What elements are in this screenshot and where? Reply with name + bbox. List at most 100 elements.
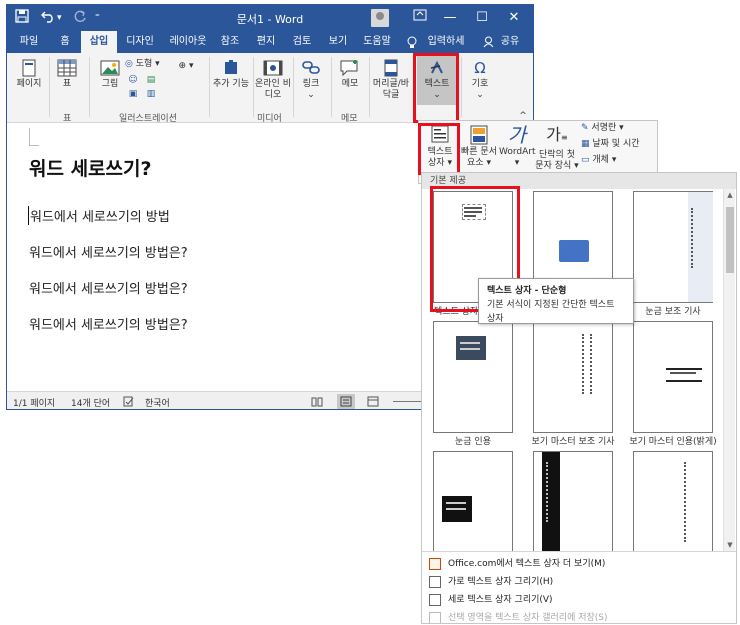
link-label: 링크	[302, 79, 320, 89]
ribbon-separator	[253, 57, 254, 117]
textbox-button[interactable]: 텍스트 상자 ▾	[423, 125, 457, 169]
chart-button[interactable]: ▥	[143, 89, 159, 100]
ribbon-separator	[461, 57, 462, 117]
text-button[interactable]: 텍스트 ⌄	[417, 55, 457, 105]
omega-icon: Ω	[474, 59, 486, 77]
table-button[interactable]: 표	[53, 59, 81, 90]
ribbon-separator	[413, 57, 414, 117]
page-label: 페이지	[16, 79, 42, 89]
close-button[interactable]: ✕	[501, 8, 527, 28]
ribbon-separator	[369, 57, 370, 117]
tab-references[interactable]: 참조	[215, 31, 245, 53]
page-icon	[22, 59, 36, 77]
gallery-scrollbar[interactable]: ▲ ▼	[723, 189, 735, 551]
wordart-button[interactable]: 가 WordArt ▾	[499, 125, 536, 169]
addins-button[interactable]: 추가 기능	[211, 59, 251, 90]
chevron-down-icon: ▾	[514, 158, 520, 168]
menu-item-draw-vertical[interactable]: 세로 텍스트 상자 그리기(V)	[426, 591, 726, 609]
ribbon-separator	[209, 57, 210, 117]
web-layout-icon[interactable]	[367, 396, 379, 409]
minimize-button[interactable]: —	[437, 8, 463, 28]
word-count[interactable]: 14개 단어	[71, 396, 110, 409]
memo-button[interactable]: 메모	[335, 59, 365, 90]
share-person-icon[interactable]	[481, 31, 495, 53]
text-icon	[430, 60, 443, 74]
screenshot-button[interactable]: ⊕ ▾	[171, 61, 201, 72]
tab-help[interactable]: 도움말	[357, 31, 397, 53]
share-button[interactable]: 공유	[495, 31, 525, 53]
ribbon-separator	[293, 57, 294, 117]
online-video-button[interactable]: 온라인 비디오	[255, 59, 291, 101]
tab-review[interactable]: 검토	[287, 31, 317, 53]
tab-home[interactable]: 홈	[51, 31, 79, 53]
dropcap-button[interactable]: 가≡ 단락의 첫 문자 장식 ▾	[535, 125, 579, 172]
document-line[interactable]: 워드에서 세로쓰기의 방법은?	[29, 278, 188, 297]
page-button[interactable]: 페이지	[11, 59, 47, 90]
signature-label: 서명란	[591, 123, 617, 133]
tell-me-search[interactable]: 입력하세	[421, 31, 471, 53]
chevron-down-icon: ▾	[447, 158, 452, 168]
header-footer-button[interactable]: 머리글/바닥글	[371, 59, 411, 101]
tab-file[interactable]: 파일	[11, 31, 47, 53]
chevron-down-icon: ▾	[486, 158, 491, 168]
scroll-down-icon[interactable]: ▼	[725, 539, 735, 551]
dropcap-icon: 가≡	[546, 125, 568, 144]
gallery-item-grid-sidebar[interactable]	[633, 191, 713, 303]
shapes-button[interactable]: ◎ 도형 ▾	[125, 59, 165, 70]
gallery-item-grid-quote[interactable]	[433, 321, 513, 433]
addins-label: 추가 기능	[213, 79, 249, 89]
screenshot-icon: ⊕	[178, 61, 187, 71]
chevron-down-icon: ⌄	[433, 90, 441, 100]
ribbon-display-icon[interactable]	[407, 8, 433, 28]
proofing-icon[interactable]	[123, 396, 134, 409]
tab-view[interactable]: 보기	[323, 31, 353, 53]
menu-item-draw-horizontal[interactable]: 가로 텍스트 상자 그리기(H)	[426, 573, 726, 591]
quick-parts-button[interactable]: 빠른 문서 요소 ▾	[459, 125, 499, 169]
tab-mailings[interactable]: 편지	[251, 31, 281, 53]
document-heading[interactable]: 워드 세로쓰기?	[29, 154, 152, 181]
tab-layout[interactable]: 레이아웃	[163, 31, 213, 53]
symbol-button[interactable]: Ω 기호 ⌄	[465, 59, 495, 101]
avatar[interactable]	[371, 9, 389, 27]
gallery-item-master-quote-light[interactable]	[633, 321, 713, 433]
symbol-label: 기호	[471, 79, 489, 89]
tab-design[interactable]: 디자인	[119, 31, 161, 53]
read-mode-icon[interactable]	[311, 396, 323, 409]
link-button[interactable]: 링크 ⌄	[297, 59, 325, 101]
scroll-thumb[interactable]	[726, 207, 734, 273]
gallery-item-dark-quote[interactable]	[433, 451, 513, 563]
quick-parts-label: 빠른 문서 요소	[461, 147, 497, 168]
wordart-label: WordArt	[499, 147, 536, 157]
tab-insert[interactable]: 삽입	[81, 31, 117, 53]
document-line[interactable]: 워드에서 세로쓰기의 방법은?	[29, 242, 188, 261]
gallery-item-text-sidebar[interactable]	[633, 451, 713, 563]
ribbon-tabs: 파일 홈 삽입 디자인 레이아웃 참조 편지 검토 보기 도움말 입력하세 공유	[7, 31, 533, 53]
menu-item-label: 세로 텍스트 상자 그리기(V)	[448, 595, 553, 605]
language-indicator[interactable]: 한국어	[145, 396, 170, 409]
signature-line-button[interactable]: ✎ 서명란 ▾	[581, 123, 659, 134]
document-line[interactable]: 워드에서 세로쓰기의 방법은?	[29, 314, 188, 333]
lightbulb-icon[interactable]	[405, 31, 419, 53]
object-button[interactable]: ▭ 개체 ▾	[581, 155, 659, 166]
picture-button[interactable]: 그림	[97, 59, 123, 90]
print-layout-icon[interactable]	[337, 394, 355, 409]
gallery-item-master-sidebar[interactable]	[533, 321, 613, 433]
ribbon-separator	[89, 57, 90, 117]
group-label-media: 미디어	[257, 114, 282, 124]
icons-button[interactable]: ☺	[125, 75, 141, 86]
tooltip-title: 텍스트 상자 - 단순형	[487, 286, 567, 296]
menu-item-more-textboxes[interactable]: Office.com에서 텍스트 상자 더 보기(M)	[426, 555, 726, 573]
restore-button[interactable]: ☐	[469, 8, 495, 28]
3d-model-button[interactable]: ▣	[125, 89, 141, 100]
smartart-button[interactable]: ▤	[143, 75, 159, 86]
document-line[interactable]: 워드에서 세로쓰기의 방법	[28, 206, 170, 225]
gallery-item-dark-sidebar[interactable]	[533, 451, 613, 563]
link-icon	[302, 61, 320, 74]
page-count[interactable]: 1/1 페이지	[13, 396, 55, 409]
chevron-down-icon: ▾	[611, 155, 617, 165]
menu-item-label: 가로 텍스트 상자 그리기(H)	[448, 577, 554, 587]
icons-icon: ☺	[128, 75, 138, 85]
scroll-up-icon[interactable]: ▲	[725, 189, 735, 201]
datetime-button[interactable]: ▦ 날짜 및 시간	[581, 139, 659, 150]
video-icon	[263, 60, 283, 76]
